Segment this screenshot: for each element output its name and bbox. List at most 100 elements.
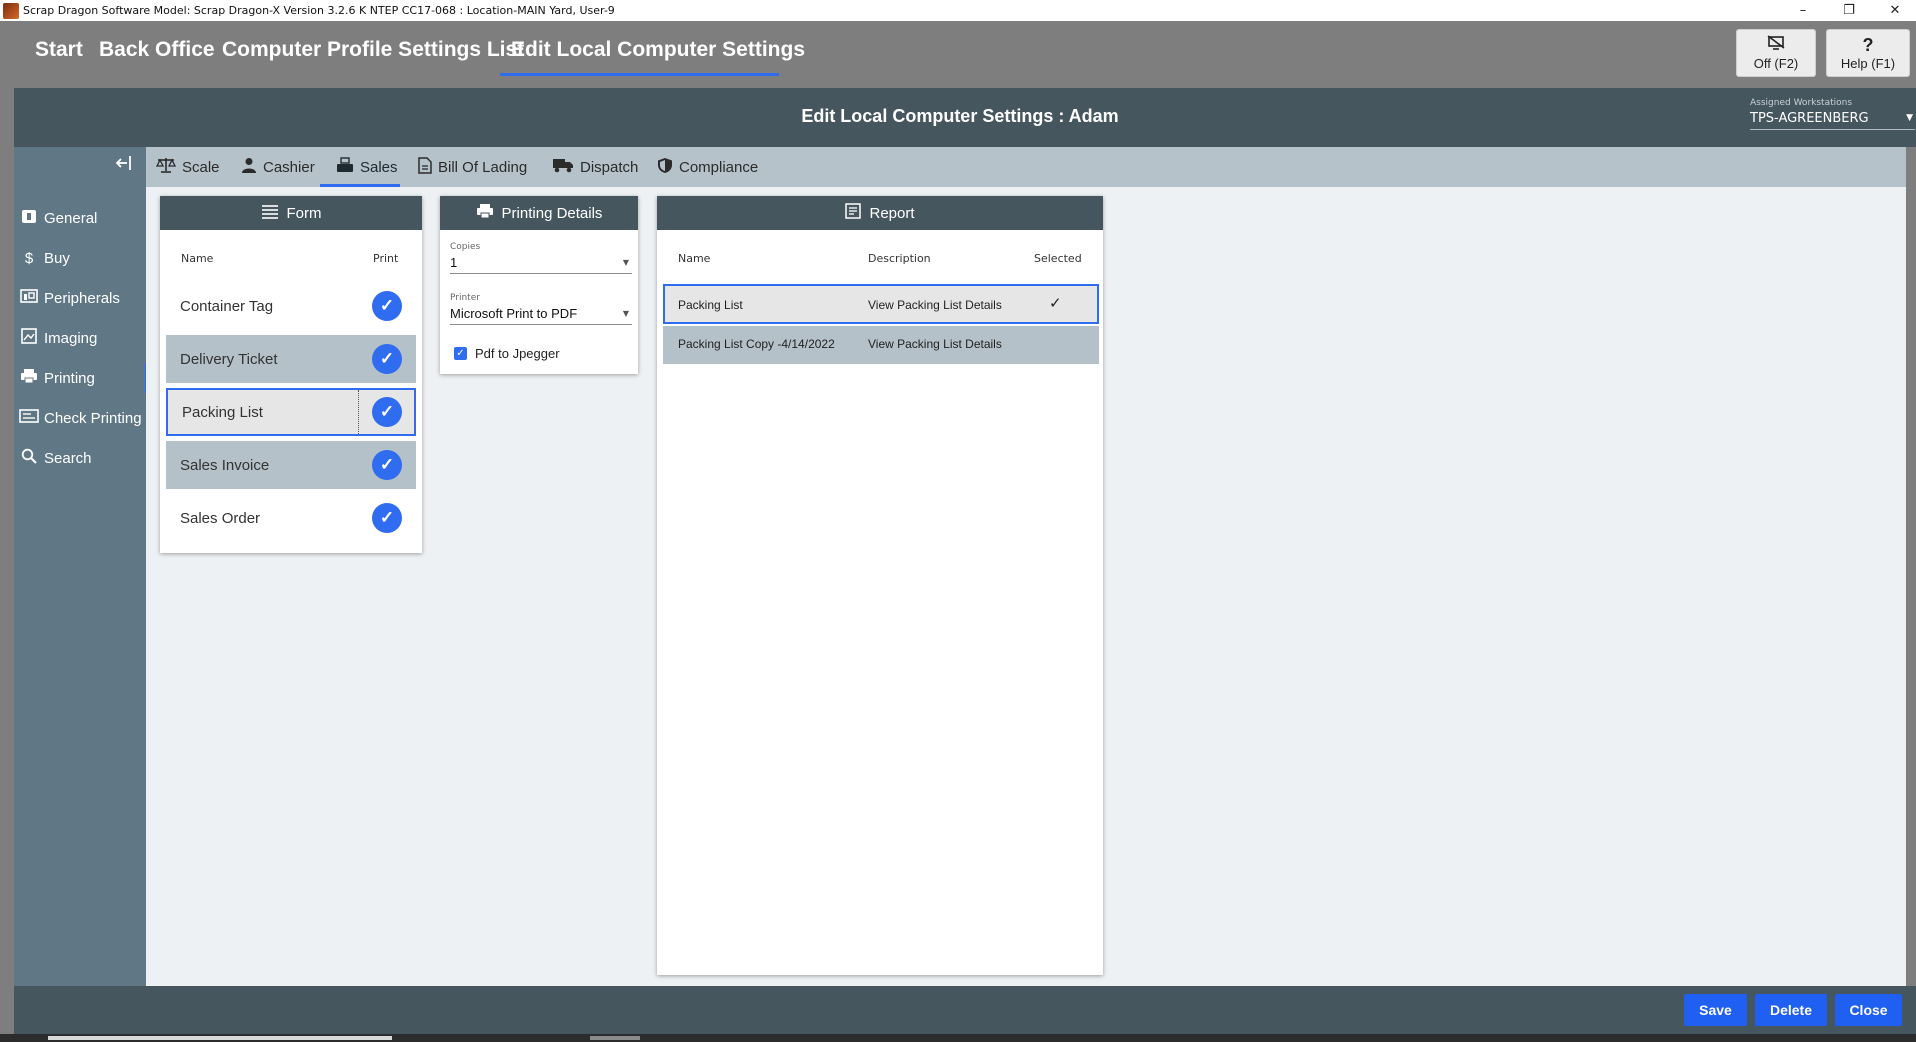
print-checked-icon[interactable]: ✓ [372,397,402,427]
dollar-icon: $ [24,249,34,267]
assigned-workstations-value: TPS-AGREENBERG [1750,111,1869,126]
tab-scale[interactable]: Scale [155,147,220,187]
sidebar-item-printing[interactable]: Printing [14,360,148,396]
form-row-delivery-ticket[interactable]: Delivery Ticket ✓ [166,335,416,383]
printer-value: Microsoft Print to PDF [450,306,578,321]
tab-cashier[interactable]: Cashier [241,147,315,187]
printing-details-card: Printing Details Copies 1 ▼ Printer Micr… [440,196,638,374]
pdf-to-jpegger-label: Pdf to Jpegger [475,346,560,361]
peripherals-icon [16,289,42,307]
window-title-bar: Scrap Dragon Software Model: Scrap Drago… [0,0,1916,21]
delete-button[interactable]: Delete [1755,994,1827,1026]
form-row-sales-order[interactable]: Sales Order ✓ [166,494,416,542]
copies-value: 1 [450,255,458,270]
help-question-icon: ? [1862,34,1874,55]
form-card-header: Form [160,196,422,230]
pdf-to-jpegger-checkbox[interactable]: ✓ Pdf to Jpegger [454,346,560,361]
sales-settings-workarea: Form Name Print Container Tag ✓ Delivery… [146,187,1906,986]
tab-label: Cashier [263,158,315,176]
copies-select[interactable]: Copies 1 ▼ [450,242,632,274]
report-column-description: Description [868,252,931,265]
printer-label: Printer [450,293,480,303]
tab-compliance[interactable]: Compliance [657,147,758,187]
image-icon [16,328,42,348]
report-card-title: Report [869,204,915,222]
bottom-action-bar: Save Delete Close [14,986,1916,1034]
off-button-label: Off (F2) [1753,56,1799,71]
report-icon [845,203,862,223]
general-icon [16,208,42,228]
page-header: Edit Local Computer Settings : Adam Assi… [14,88,1916,147]
breadcrumb-start[interactable]: Start [35,38,83,62]
help-button-label: Help (F1) [1840,55,1896,71]
print-checked-icon[interactable]: ✓ [372,450,402,480]
person-icon [241,157,257,177]
assigned-workstations-label: Assigned Workstations [1750,98,1853,108]
report-row-description: View Packing List Details [868,337,1002,351]
tab-label: Scale [182,158,220,176]
breadcrumb-back-office[interactable]: Back Office [99,38,215,62]
chevron-down-icon: ▼ [1906,113,1913,123]
close-button[interactable]: Close [1835,994,1902,1026]
sidebar-item-buy[interactable]: $ Buy [14,240,146,276]
content-area: Scale Cashier Sales Bill Of Lading Dispa… [146,147,1906,986]
minimize-button[interactable]: – [1780,0,1826,21]
off-button[interactable]: Off (F2) [1736,29,1816,77]
tab-bill-of-lading[interactable]: Bill Of Lading [418,147,527,187]
scale-icon [155,157,177,177]
sidebar-item-search[interactable]: Search [14,440,146,476]
chevron-down-icon: ▼ [622,309,629,318]
form-column-print: Print [373,252,399,265]
tab-sales[interactable]: Sales [336,147,398,187]
close-window-button[interactable]: ✕ [1872,0,1916,21]
shield-icon [657,157,673,178]
assigned-workstations-value-wrap: TPS-AGREENBERG ▼ [1750,111,1915,130]
copies-label: Copies [450,242,481,252]
top-navigation: Start Back Office Computer Profile Setti… [0,21,1916,88]
save-button[interactable]: Save [1684,994,1747,1026]
cell-focus-divider [358,390,359,434]
sidebar-item-label: Printing [44,369,95,387]
print-checked-icon[interactable]: ✓ [372,291,402,321]
sidebar-item-general[interactable]: General [14,200,146,236]
breadcrumb-computer-profile-settings-list[interactable]: Computer Profile Settings List [222,38,524,62]
selected-check-icon[interactable]: ✓ [1049,294,1062,312]
report-column-selected: Selected [1034,252,1082,265]
tab-label: Compliance [679,158,759,176]
tab-dispatch[interactable]: Dispatch [552,147,638,187]
breadcrumb-edit-local-computer-settings[interactable]: Edit Local Computer Settings [511,38,805,62]
checkbox-checked-icon: ✓ [454,347,467,360]
form-card: Form Name Print Container Tag ✓ Delivery… [160,196,422,553]
report-row-name: Packing List [678,298,743,312]
sidebar-item-peripherals[interactable]: Peripherals [14,280,146,316]
page-title: Edit Local Computer Settings : Adam [801,106,1119,126]
print-checked-icon[interactable]: ✓ [372,344,402,374]
form-row-sales-invoice[interactable]: Sales Invoice ✓ [166,441,416,489]
restore-button[interactable]: ❐ [1826,0,1872,21]
form-row-container-tag[interactable]: Container Tag ✓ [166,282,416,330]
check-printing-icon [16,409,42,427]
sidebar: General $ Buy Peripherals Imaging Printi… [14,147,148,986]
sidebar-item-label: General [44,209,98,227]
report-card: Report Name Description Selected Packing… [657,196,1103,975]
report-row-packing-list-copy[interactable]: Packing List Copy -4/14/2022 View Packin… [663,326,1099,364]
printer-icon [16,368,42,388]
printer-select[interactable]: Printer Microsoft Print to PDF ▼ [450,293,632,325]
assigned-workstations-select[interactable]: Assigned Workstations TPS-AGREENBERG ▼ [1750,98,1915,130]
sidebar-item-label: Buy [44,249,70,267]
print-checked-icon[interactable]: ✓ [372,503,402,533]
collapse-sidebar-icon[interactable] [115,155,133,176]
form-row-packing-list[interactable]: Packing List ✓ [166,388,416,436]
sidebar-item-imaging[interactable]: Imaging [14,320,146,356]
sidebar-item-check-printing[interactable]: Check Printing [14,400,146,436]
report-card-header: Report [657,196,1103,230]
taskbar-segment [48,1036,392,1040]
taskbar-strip [0,1034,1916,1042]
report-row-packing-list[interactable]: Packing List View Packing List Details ✓ [663,284,1099,324]
printer-icon [476,203,494,223]
list-icon [261,204,279,223]
form-card-title: Form [286,204,322,222]
form-column-name: Name [181,252,214,265]
search-icon [16,448,42,468]
help-button[interactable]: ? Help (F1) [1826,29,1910,77]
